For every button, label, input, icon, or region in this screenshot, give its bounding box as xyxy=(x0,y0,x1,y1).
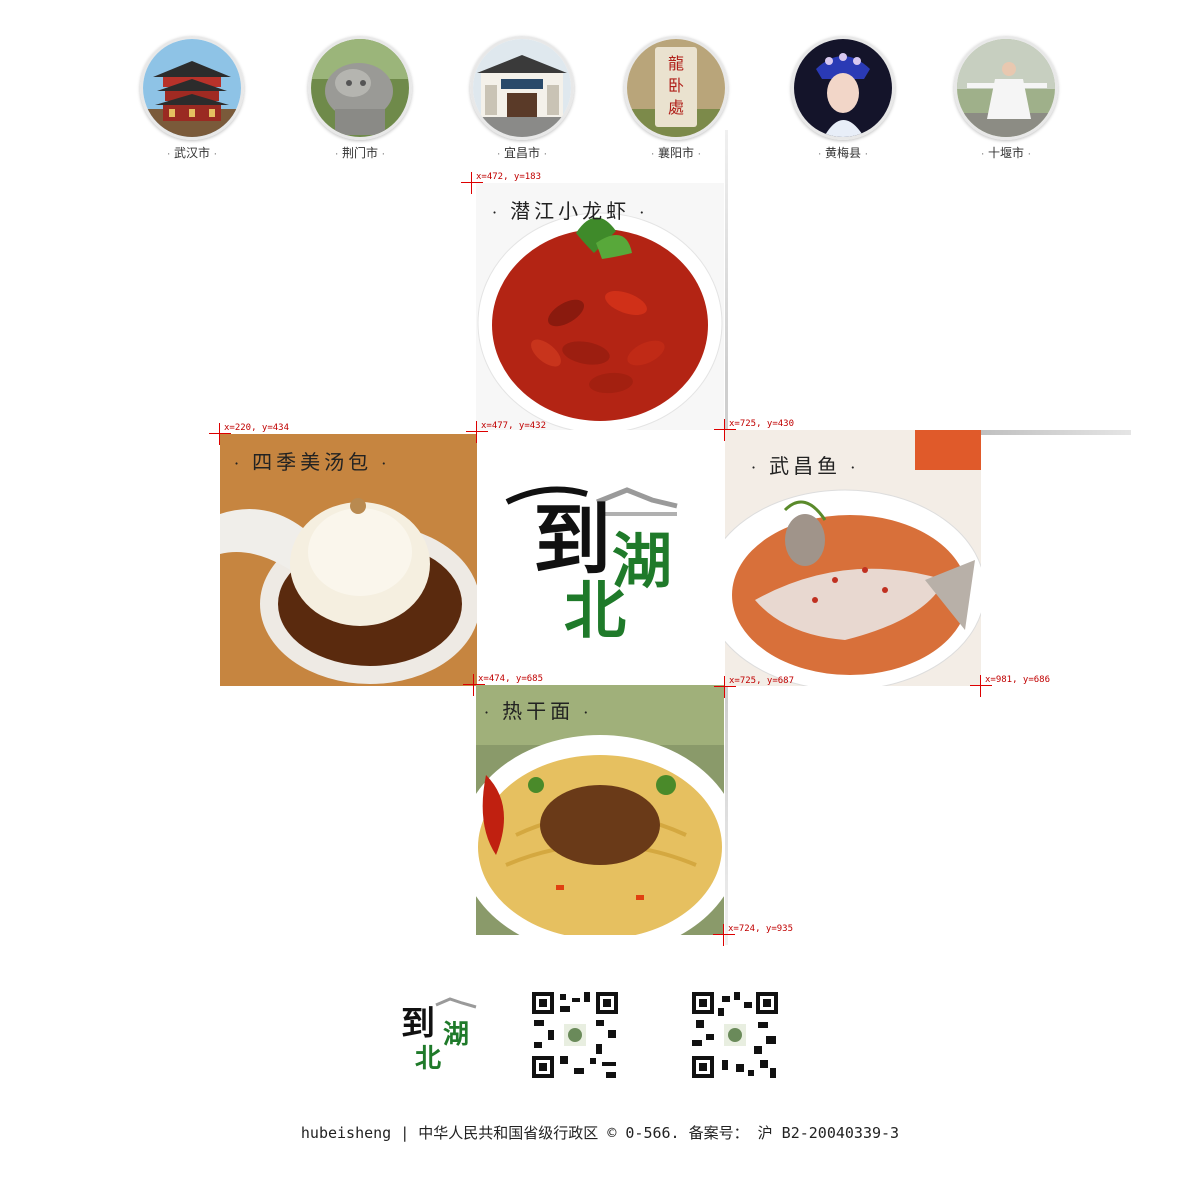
city-label: 荆门市 xyxy=(305,144,415,161)
coordinate-marker: x=220, y=434 xyxy=(224,423,290,433)
city-item-shiyan[interactable]: 十堰市 xyxy=(951,36,1061,161)
copyright-text: hubeisheng | 中华人民共和国省级行政区 © 0-566. 备案号： … xyxy=(300,1124,900,1142)
food-title-soup-bun: 四季美汤包 xyxy=(234,446,390,475)
city-label: 襄阳市 xyxy=(621,144,731,161)
svg-text:處: 處 xyxy=(668,98,684,117)
city-navigation: 武汉市 荆门市 xyxy=(0,0,1200,170)
coordinate-marker: x=981, y=686 xyxy=(985,675,1051,685)
coordinate-marker: x=472, y=183 xyxy=(476,172,542,182)
city-item-yichang[interactable]: 宜昌市 xyxy=(467,36,577,161)
coordinate-marker: x=725, y=687 xyxy=(729,676,795,686)
svg-text:龍: 龍 xyxy=(668,54,684,73)
city-item-jingmen[interactable]: 荆门市 xyxy=(305,36,415,161)
city-label: 武汉市 xyxy=(137,144,247,161)
food-title-wuchang-fish: 武昌鱼 xyxy=(751,450,859,479)
wolong-stele-image: 龍 卧 處 xyxy=(624,36,728,140)
svg-text:湖: 湖 xyxy=(443,1020,469,1050)
svg-text:北: 北 xyxy=(564,574,626,647)
taichi-performer-image xyxy=(954,36,1058,140)
food-title-hot-dry-noodles: 热干面 xyxy=(484,695,592,724)
hubei-logo-tile: 到 湖 北 xyxy=(477,432,725,685)
city-item-wuhan[interactable]: 武汉市 xyxy=(137,36,247,161)
stone-lion-image xyxy=(308,36,412,140)
svg-text:卧: 卧 xyxy=(668,76,684,95)
coordinate-marker: x=474, y=685 xyxy=(478,674,544,684)
svg-text:到: 到 xyxy=(533,495,611,586)
footer-hubei-logo-icon: 到 湖 北 xyxy=(401,997,477,1074)
ancient-gate-image xyxy=(470,36,574,140)
coordinate-marker: x=725, y=430 xyxy=(729,419,795,429)
footer-icons: 到 湖 北 xyxy=(0,985,1200,1085)
svg-text:到: 到 xyxy=(401,1004,435,1044)
food-tile-soup-bun[interactable]: 四季美汤包 xyxy=(220,434,477,686)
coordinate-marker: x=724, y=935 xyxy=(728,924,794,934)
qr-code-icon[interactable] xyxy=(530,990,620,1080)
qr-code-icon[interactable] xyxy=(690,990,780,1080)
food-tile-crayfish[interactable]: 潜江小龙虾 xyxy=(476,183,724,430)
yellow-crane-tower-image xyxy=(140,36,244,140)
city-label: 黄梅县 xyxy=(788,144,898,161)
coordinate-marker: x=477, y=432 xyxy=(481,421,547,431)
city-label: 十堰市 xyxy=(951,144,1061,161)
opera-performer-image xyxy=(791,36,895,140)
city-label: 宜昌市 xyxy=(467,144,577,161)
food-title-crayfish: 潜江小龙虾 xyxy=(492,195,648,224)
food-tile-hot-dry-noodles[interactable]: 热干面 xyxy=(476,685,724,935)
svg-text:北: 北 xyxy=(415,1044,441,1074)
hubei-logo-icon: 到 湖 北 xyxy=(505,486,678,647)
city-item-xiangyang[interactable]: 龍 卧 處 襄阳市 xyxy=(621,36,731,161)
city-item-huangmei[interactable]: 黄梅县 xyxy=(788,36,898,161)
food-tile-wuchang-fish[interactable]: 武昌鱼 xyxy=(725,430,981,686)
